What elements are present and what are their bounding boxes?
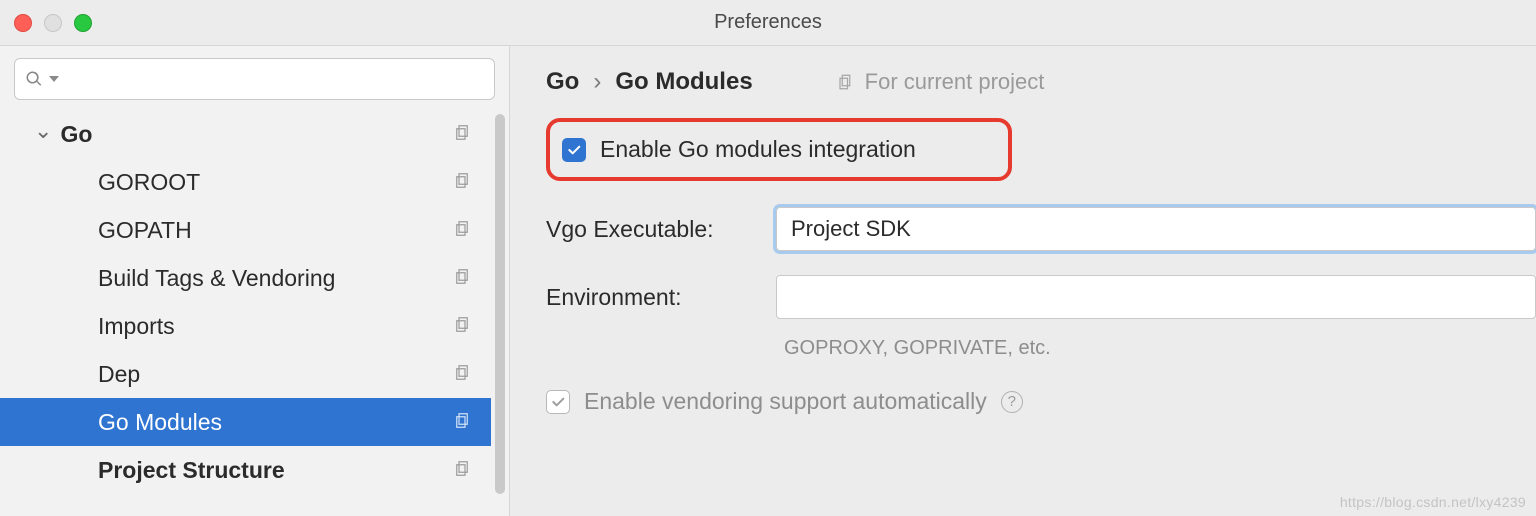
search-icon — [25, 70, 43, 88]
copy-icon — [453, 217, 471, 244]
sidebar-item-gopath[interactable]: GOPATH — [0, 206, 491, 254]
vgo-executable-select[interactable]: Project SDK — [776, 207, 1536, 251]
sidebar-item-label: Build Tags & Vendoring — [98, 265, 335, 292]
copy-icon — [453, 169, 471, 196]
sidebar-item-go[interactable]: Go — [0, 110, 491, 158]
breadcrumb-root[interactable]: Go — [546, 68, 579, 96]
vendoring-label: Enable vendoring support automatically — [584, 388, 987, 415]
sidebar-item-label: GOROOT — [98, 169, 200, 196]
vgo-label: Vgo Executable: — [546, 216, 766, 243]
sidebar-item-dep[interactable]: Dep — [0, 350, 491, 398]
sidebar-item-imports[interactable]: Imports — [0, 302, 491, 350]
vendoring-row: Enable vendoring support automatically ? — [546, 388, 1536, 415]
copy-icon — [453, 313, 471, 340]
vgo-executable-value: Project SDK — [791, 216, 911, 242]
copy-icon — [453, 409, 471, 436]
env-label: Environment: — [546, 284, 766, 311]
chevron-down-icon — [49, 76, 59, 82]
search-wrap — [0, 46, 509, 110]
sidebar-item-label: Go — [60, 121, 92, 148]
check-icon — [550, 394, 566, 410]
sidebar-item-label: Imports — [98, 313, 175, 340]
sidebar-item-label: Dep — [98, 361, 140, 388]
main-split: GoGOROOTGOPATHBuild Tags & VendoringImpo… — [0, 46, 1536, 516]
chevron-down-icon — [34, 121, 52, 147]
traffic-lights — [14, 14, 92, 32]
close-window-button[interactable] — [14, 14, 32, 32]
watermark: https://blog.csdn.net/lxy4239 — [1340, 494, 1526, 510]
sidebar-item-project-structure[interactable]: Project Structure — [0, 446, 491, 494]
sidebar-item-build-tags-vendoring[interactable]: Build Tags & Vendoring — [0, 254, 491, 302]
environment-hint: GOPROXY, GOPRIVATE, etc. — [784, 337, 1536, 360]
copy-icon — [453, 265, 471, 292]
settings-tree: GoGOROOT GOPATH Build Tags & Vendoring Impo… — [0, 110, 509, 516]
sidebar-item-go-modules[interactable]: Go Modules — [0, 398, 491, 446]
scrollbar[interactable] — [495, 114, 505, 494]
environment-input[interactable] — [776, 275, 1536, 319]
copy-icon — [453, 457, 471, 484]
vendoring-checkbox — [546, 390, 570, 414]
sidebar-item-goroot[interactable]: GOROOT — [0, 158, 491, 206]
search-field[interactable] — [65, 69, 484, 90]
minimize-window-button[interactable] — [44, 14, 62, 32]
zoom-window-button[interactable] — [74, 14, 92, 32]
sidebar-item-label: Go Modules — [98, 409, 222, 436]
for-current-project: For current project — [837, 69, 1045, 95]
enable-modules-highlight: Enable Go modules integration — [546, 118, 1012, 181]
tree-rows: GoGOROOT GOPATH Build Tags & Vendoring Impo… — [0, 110, 491, 494]
sidebar-item-label: Project Structure — [98, 457, 285, 484]
window-title: Preferences — [714, 11, 822, 34]
content-pane: Go › Go Modules For current project Enab… — [510, 46, 1536, 516]
copy-icon — [453, 361, 471, 388]
help-icon[interactable]: ? — [1001, 391, 1023, 413]
enable-modules-label: Enable Go modules integration — [600, 136, 916, 163]
env-row: Environment: — [546, 275, 1536, 319]
check-icon — [566, 142, 582, 158]
enable-modules-checkbox[interactable] — [562, 138, 586, 162]
breadcrumb-leaf: Go Modules — [615, 68, 752, 96]
sidebar-item-label: GOPATH — [98, 217, 192, 244]
search-input[interactable] — [14, 58, 495, 100]
titlebar: Preferences — [0, 0, 1536, 46]
copy-icon — [837, 73, 855, 91]
copy-icon — [453, 121, 471, 148]
breadcrumb: Go › Go Modules For current project — [546, 68, 1536, 96]
for-current-project-label: For current project — [865, 69, 1045, 95]
vgo-row: Vgo Executable: Project SDK — [546, 207, 1536, 251]
chevron-right-icon: › — [593, 68, 601, 96]
sidebar: GoGOROOT GOPATH Build Tags & Vendoring Impo… — [0, 46, 510, 516]
